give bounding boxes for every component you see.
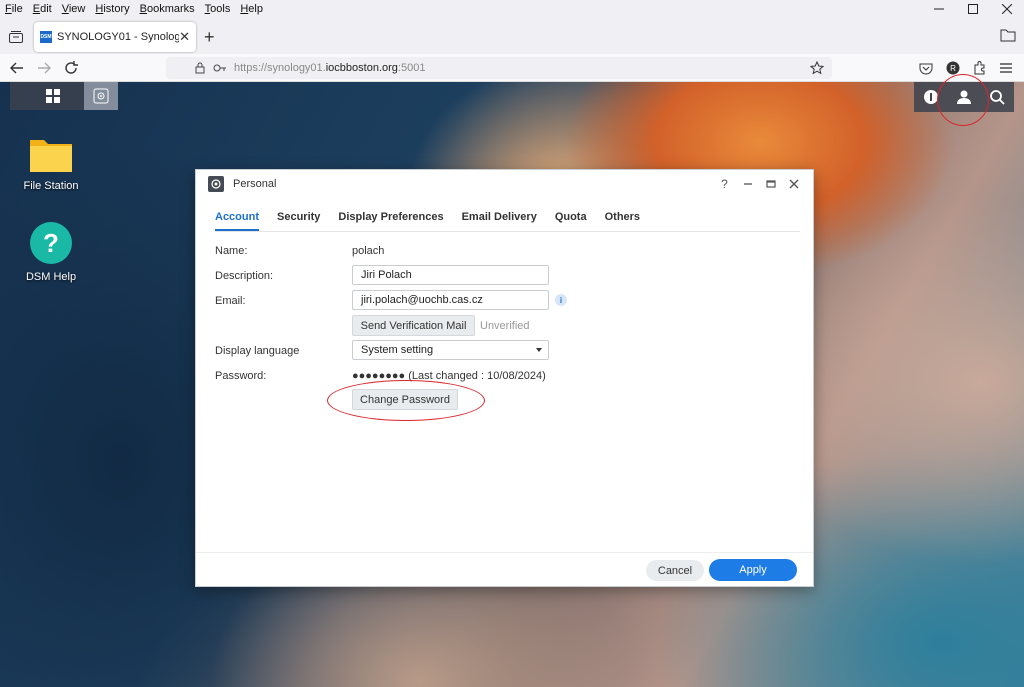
personal-app-icon [208, 176, 224, 192]
tab-title: SYNOLOGY01 - Synology NAS [57, 31, 180, 43]
display-language-label: Display language [215, 345, 300, 357]
name-label: Name: [215, 245, 248, 257]
description-field[interactable]: Jiri Polach [352, 265, 549, 285]
display-language-value: System setting [361, 344, 434, 356]
menu-edit[interactable]: Edit [28, 3, 57, 15]
close-icon[interactable] [786, 176, 801, 191]
menu-history[interactable]: History [90, 3, 134, 15]
desktop-icon-label: DSM Help [25, 271, 77, 283]
dialog-header: Personal ? [196, 170, 813, 198]
annotation-circle-change-password [327, 380, 485, 421]
key-icon[interactable] [210, 63, 230, 73]
annotation-circle-user [937, 74, 989, 126]
folder-tab-icon[interactable] [1000, 28, 1016, 42]
folder-icon [30, 140, 72, 172]
maximize-icon[interactable] [763, 176, 778, 191]
minimize-icon[interactable] [922, 0, 956, 18]
info-icon[interactable]: i [555, 294, 567, 306]
extensions-icon[interactable] [971, 59, 989, 77]
dialog-footer: Cancel Apply [196, 552, 813, 586]
svg-text:R: R [950, 64, 956, 73]
description-label: Description: [215, 270, 274, 282]
tab-bar: DSM SYNOLOGY01 - Synology NAS ✕ + [0, 18, 1024, 54]
browser-tab[interactable]: DSM SYNOLOGY01 - Synology NAS ✕ [34, 22, 196, 52]
verification-status: Unverified [480, 320, 530, 332]
close-icon[interactable] [990, 0, 1024, 18]
personal-dialog: Personal ? Account Security Display Pref… [195, 169, 814, 587]
tab-list-icon[interactable] [6, 27, 26, 47]
menu-help[interactable]: Help [235, 3, 268, 15]
forward-icon[interactable] [35, 59, 53, 77]
back-icon[interactable] [8, 59, 26, 77]
desktop-icon-file-station[interactable]: File Station [11, 134, 91, 192]
chevron-down-icon [536, 348, 542, 352]
reload-icon[interactable] [62, 59, 80, 77]
display-language-select[interactable]: System setting [352, 340, 549, 360]
email-label: Email: [215, 295, 246, 307]
dialog-title: Personal [233, 178, 277, 190]
minimize-icon[interactable] [740, 176, 755, 191]
maximize-icon[interactable] [956, 0, 990, 18]
cancel-button[interactable]: Cancel [646, 560, 704, 581]
new-tab-icon[interactable]: + [204, 27, 215, 48]
tab-email-delivery[interactable]: Email Delivery [462, 211, 537, 231]
nav-bar: https://synology01.iocbboston.org:5001 R [0, 54, 1024, 82]
tab-account[interactable]: Account [215, 211, 259, 231]
help-question-icon[interactable]: ? [717, 176, 732, 191]
bookmark-star-icon[interactable] [808, 59, 826, 77]
dsm-taskbar [10, 82, 118, 110]
menu-file[interactable]: File [0, 3, 28, 15]
url-bar[interactable]: https://synology01.iocbboston.org:5001 [166, 57, 832, 79]
email-field[interactable]: jiri.polach@uochb.cas.cz [352, 290, 549, 310]
menu-view[interactable]: View [57, 3, 91, 15]
tab-security[interactable]: Security [277, 211, 320, 231]
taskbar-spacer [70, 82, 84, 110]
tab-others[interactable]: Others [605, 211, 640, 231]
desktop-icon-label: File Station [23, 180, 79, 192]
menu-tools[interactable]: Tools [200, 3, 236, 15]
main-menu-icon[interactable] [36, 82, 70, 110]
svg-text:?: ? [43, 228, 59, 258]
dialog-controls: ? [717, 176, 801, 191]
send-verification-button[interactable]: Send Verification Mail [352, 315, 475, 336]
menu-bar: File Edit View History Bookmarks Tools H… [0, 0, 1024, 18]
menu-bookmarks[interactable]: Bookmarks [135, 3, 200, 15]
dialog-tabs: Account Security Display Preferences Ema… [215, 211, 800, 232]
dsm-favicon-icon: DSM [40, 31, 52, 43]
apply-button[interactable]: Apply [709, 559, 797, 581]
window-controls [922, 0, 1024, 18]
password-label: Password: [215, 370, 267, 382]
hamburger-menu-icon[interactable] [997, 59, 1015, 77]
desktop-icon-dsm-help[interactable]: ? DSM Help [11, 221, 91, 283]
taskbar-spacer [10, 82, 36, 110]
tab-close-icon[interactable]: ✕ [179, 29, 190, 45]
tab-quota[interactable]: Quota [555, 211, 587, 231]
url-text: https://synology01.iocbboston.org:5001 [234, 62, 426, 74]
personal-settings-taskbar-icon[interactable] [84, 82, 118, 110]
help-icon: ? [30, 222, 72, 264]
tab-display-preferences[interactable]: Display Preferences [338, 211, 443, 231]
lock-icon[interactable] [190, 62, 210, 74]
pocket-icon[interactable] [917, 59, 935, 77]
name-value: polach [352, 245, 385, 257]
